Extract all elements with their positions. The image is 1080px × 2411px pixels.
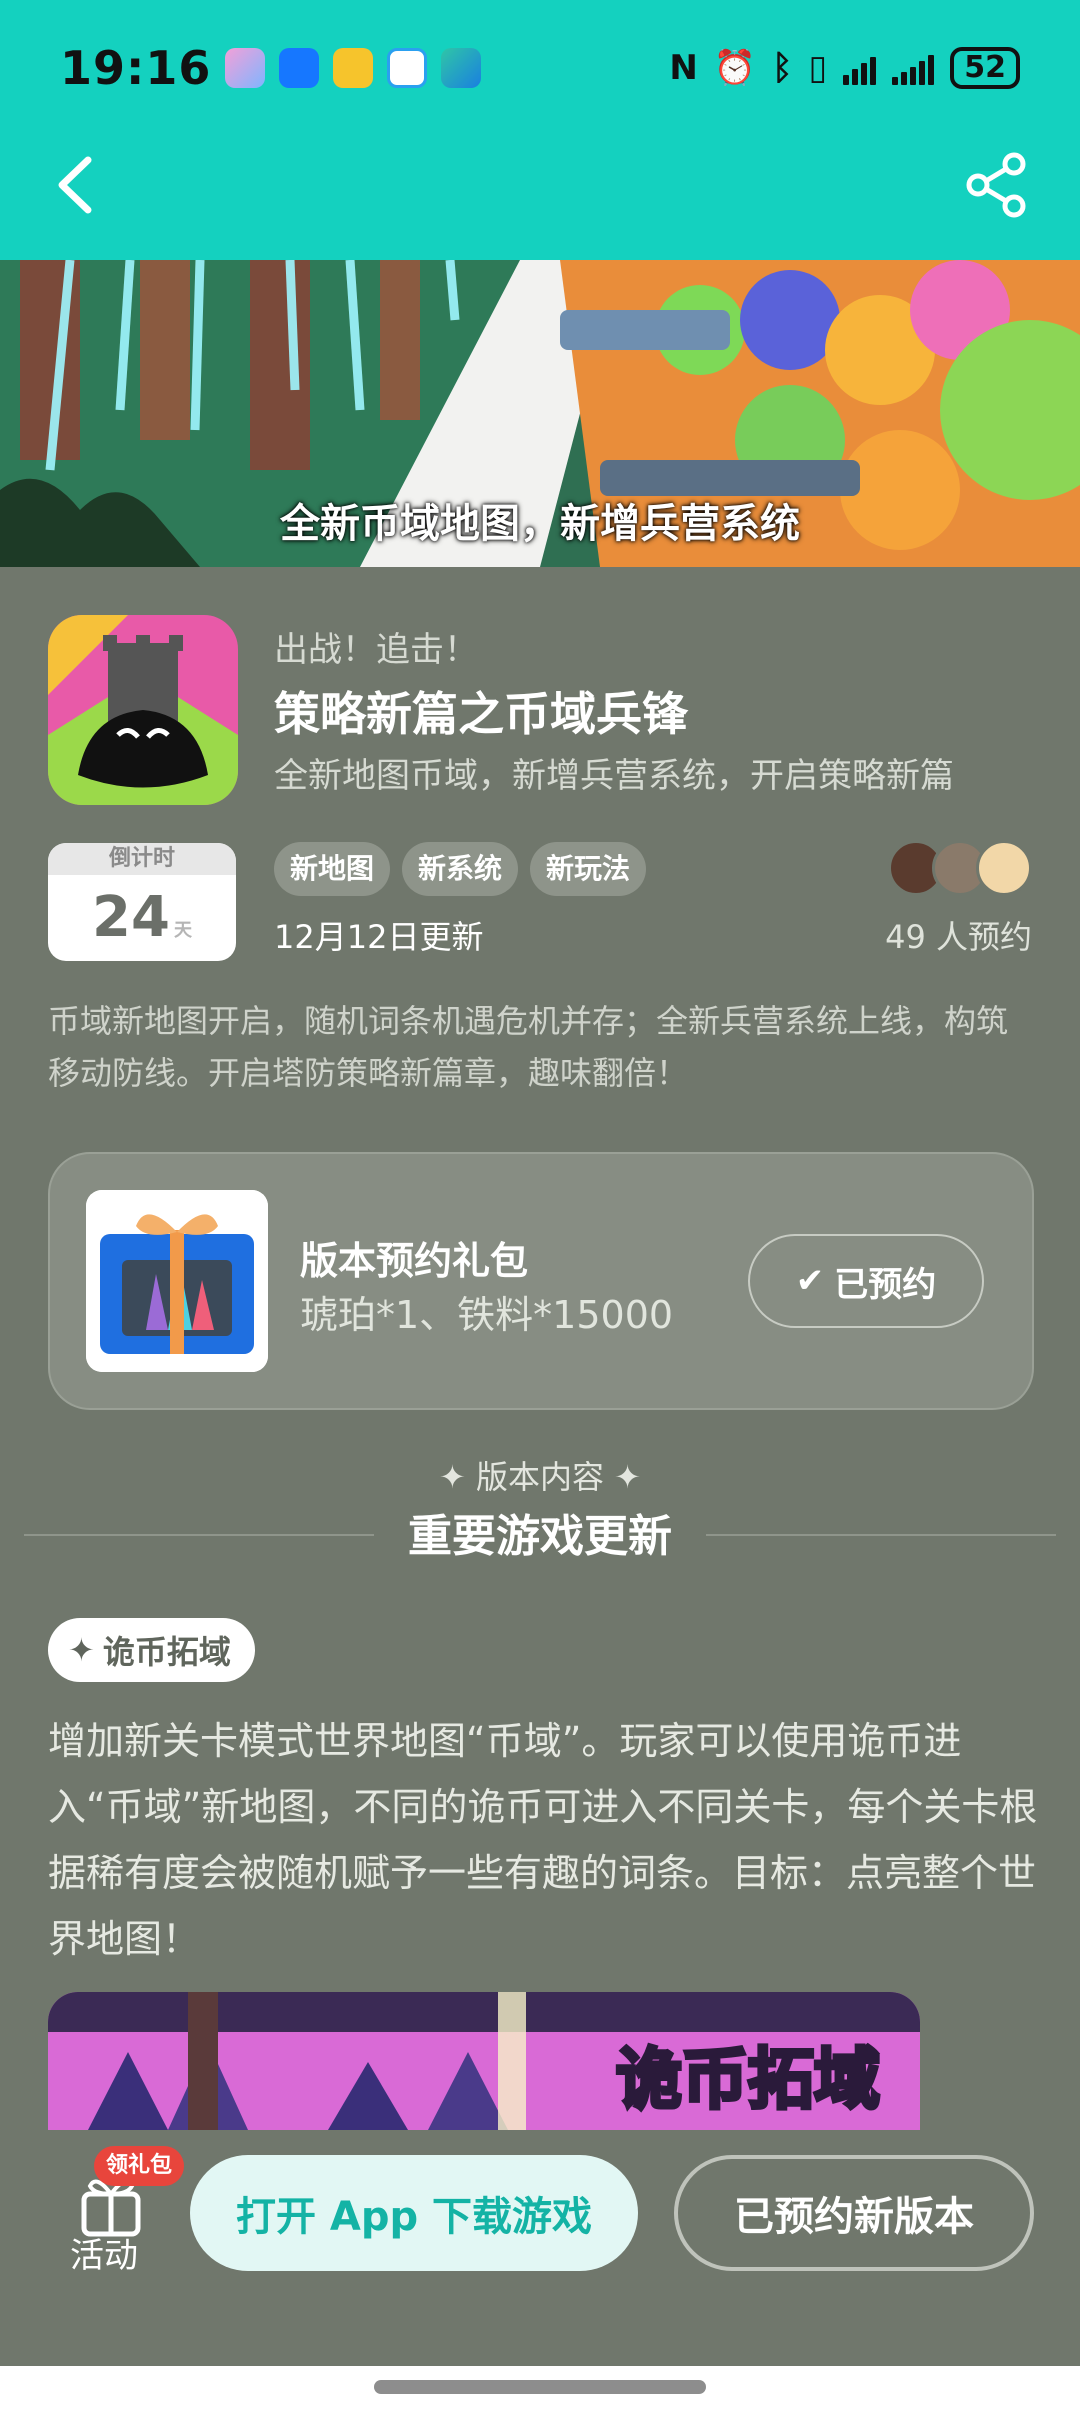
feature-image[interactable]: 诡币拓域: [48, 1992, 920, 2130]
tag-new-map: 新地图: [274, 842, 391, 896]
countdown-number: 24: [92, 885, 170, 950]
alipay-icon: [279, 48, 320, 88]
nfc-icon: N: [669, 48, 698, 88]
tag-new-system: 新系统: [402, 842, 519, 896]
open-app-button[interactable]: 打开 App 下载游戏: [190, 2155, 638, 2271]
section-title: 重要游戏更新: [408, 1511, 672, 1562]
sparkle-icon: ✦: [614, 1458, 641, 1496]
checkmark-icon: ✔: [795, 1261, 825, 1301]
gift-reward: 琥珀*1、铁料*15000: [300, 1293, 674, 1337]
gift-badge: 领礼包: [94, 2146, 185, 2186]
feature-chip: ✦ 诡币拓域: [48, 1618, 255, 1682]
chevron-left-icon[interactable]: [48, 150, 108, 220]
browser-icon: [225, 48, 266, 88]
game-tagline: 全新地图币域，新增兵营系统，开启策略新篇: [274, 756, 954, 796]
gift-card: 版本预约礼包 琥珀*1、铁料*15000 ✔ 已预约: [48, 1152, 1034, 1410]
share-icon[interactable]: [962, 150, 1032, 220]
countdown-unit: 天: [173, 920, 192, 941]
feature-chip-label: 诡币拓域: [102, 1633, 231, 1671]
status-bar: 19:16 N ⏰ ᛒ ▯ 52: [60, 38, 1020, 98]
booked-version-button[interactable]: 已预约新版本: [674, 2155, 1034, 2271]
feature-description: 增加新关卡模式世界地图“币域”。玩家可以使用诡币进入“币域”新地图，不同的诡币可…: [48, 1719, 1038, 1961]
gift-reserved-button[interactable]: ✔ 已预约: [748, 1234, 984, 1328]
tag-list: 新地图 新系统 新玩法: [274, 842, 647, 896]
tag-new-gameplay: 新玩法: [530, 842, 647, 896]
avatar: [976, 840, 1032, 896]
update-date: 12月12日更新: [274, 918, 484, 956]
banner-image[interactable]: 全新币域地图，新增兵营系统: [0, 260, 1080, 567]
top-bar: 19:16 N ⏰ ᛒ ▯ 52: [0, 0, 1080, 260]
alarm-icon: ⏰: [713, 48, 757, 88]
sparkle-icon: ✦: [68, 1631, 95, 1669]
status-time: 19:16: [60, 41, 212, 95]
section-kicker: ✦ 版本内容 ✦: [0, 1452, 1080, 1498]
gift-reserved-label: 已预约: [834, 1264, 937, 1305]
battery-indicator: 52: [950, 47, 1020, 89]
folder-icon: [333, 48, 374, 88]
edge-icon: [441, 48, 482, 88]
gift-box-icon: [86, 1190, 268, 1372]
activity-label: 活动: [70, 2236, 138, 2276]
countdown-label: 倒计时: [48, 843, 236, 875]
bluetooth-icon: ᛒ: [772, 48, 793, 88]
game-icon: [48, 615, 238, 805]
gift-title: 版本预约礼包: [300, 1239, 529, 1283]
reservation-avatars: [888, 840, 1032, 896]
vibrate-icon: ▯: [808, 48, 828, 88]
countdown-card: 倒计时 24 天: [48, 843, 236, 961]
game-subtitle: 出战！追击！: [274, 630, 478, 670]
section-kicker-text: 版本内容: [475, 1458, 604, 1496]
feature-image-title: 诡币拓域: [616, 2041, 880, 2118]
wifi-signal-icon: [892, 51, 935, 85]
game-title: 策略新篇之币域兵锋: [274, 687, 688, 741]
countdown-value: 24 天: [48, 875, 236, 961]
home-indicator[interactable]: [374, 2380, 706, 2394]
chat-icon: [387, 48, 428, 88]
sparkle-icon: ✦: [439, 1458, 466, 1496]
intro-text: 币域新地图开启，随机词条机遇危机并存；全新兵营系统上线，构筑移动防线。开启塔防策…: [48, 1002, 1009, 1092]
signal-icon: [843, 51, 877, 85]
banner-caption: 全新币域地图，新增兵营系统: [280, 501, 800, 547]
reservation-count: 49 人预约: [885, 918, 1032, 956]
